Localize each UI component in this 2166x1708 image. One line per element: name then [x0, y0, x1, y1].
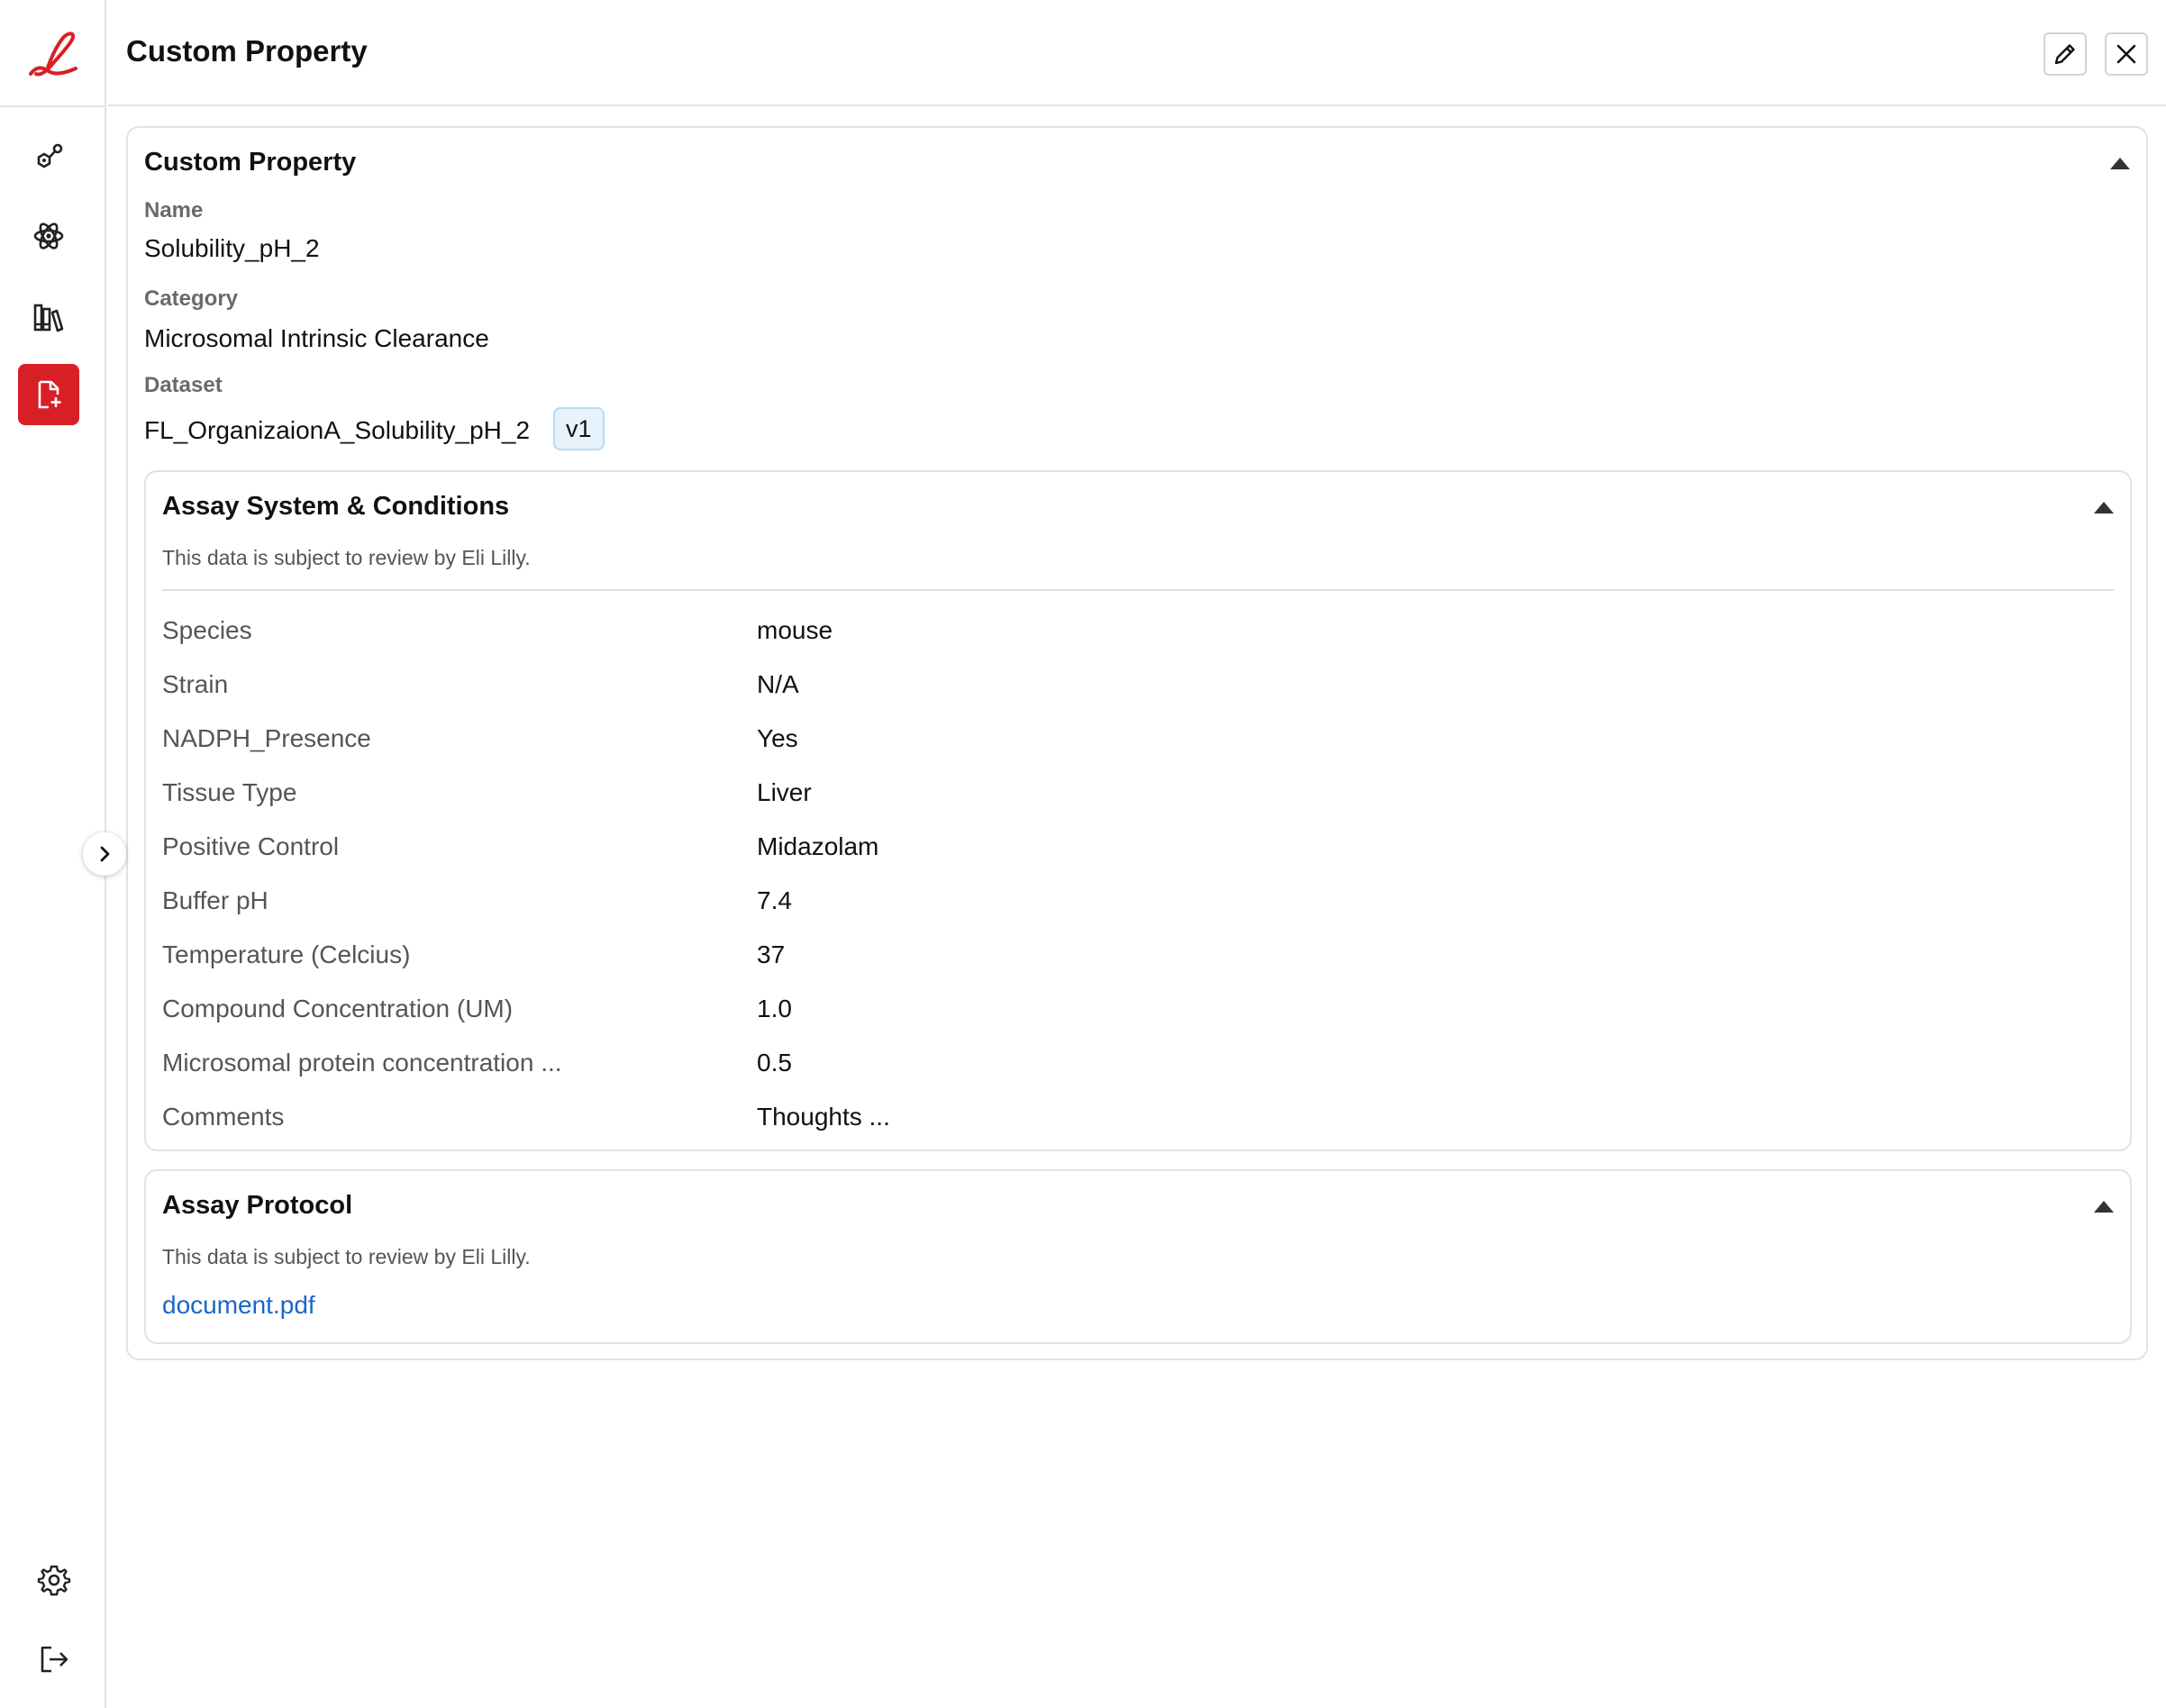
assay-protocol-title: Assay Protocol [162, 1191, 353, 1220]
condition-row: Compound Concentration (UM) 1.0 [162, 995, 2108, 1031]
condition-row: Species mouse [162, 616, 2108, 652]
condition-value: mouse [757, 616, 833, 644]
dataset-value: FL_OrganizaionA_Solubility_pH_2 [144, 416, 531, 444]
condition-value: 37 [757, 940, 786, 968]
gear-icon [37, 1565, 71, 1596]
condition-row: NADPH_Presence Yes [162, 724, 2108, 760]
condition-label: Microsomal protein concentration ... [162, 1049, 562, 1077]
molecule-icon [37, 143, 63, 168]
assay-conditions-divider [162, 589, 2114, 591]
condition-value: Thoughts ... [757, 1103, 890, 1131]
file-add-icon [38, 380, 61, 409]
condition-label: Temperature (Celcius) [162, 940, 411, 968]
library-icon [33, 304, 64, 332]
custom-property-card: Custom Property Name Solubility_pH_2 Cat… [126, 126, 2148, 1360]
sidebar-divider [0, 105, 106, 107]
name-value: Solubility_pH_2 [144, 234, 320, 262]
pencil-icon [2054, 44, 2075, 65]
page-header: Custom Property [108, 0, 2166, 106]
condition-value: 0.5 [757, 1049, 792, 1077]
condition-value: N/A [757, 670, 799, 698]
assay-conditions-card: Assay System & Conditions This data is s… [144, 470, 2132, 1151]
nav-settings[interactable] [23, 1549, 85, 1611]
category-label: Category [144, 286, 239, 311]
assay-protocol-caret-icon[interactable] [2094, 1201, 2114, 1213]
assay-conditions-subtitle: This data is subject to review by Eli Li… [162, 546, 531, 569]
sidebar-expand-button[interactable] [83, 832, 126, 876]
dataset-label: Dataset [144, 373, 223, 397]
condition-label: Tissue Type [162, 778, 297, 806]
collapse-caret-icon[interactable] [2110, 158, 2130, 169]
condition-row: Buffer pH 7.4 [162, 886, 2108, 922]
condition-label: Positive Control [162, 832, 340, 860]
nav-molecule[interactable] [18, 126, 79, 187]
condition-value: Midazolam [757, 832, 879, 860]
dataset-version-badge: v1 [553, 407, 605, 450]
chevron-right-icon [100, 846, 110, 862]
condition-row: Temperature (Celcius) 37 [162, 940, 2108, 977]
assay-protocol-subtitle: This data is subject to review by Eli Li… [162, 1245, 531, 1268]
category-value: Microsomal Intrinsic Clearance [144, 324, 489, 352]
condition-row: Tissue Type Liver [162, 778, 2108, 814]
assay-conditions-title: Assay System & Conditions [162, 492, 510, 521]
nav-library[interactable] [18, 286, 79, 348]
page-title: Custom Property [126, 34, 368, 68]
condition-label: Strain [162, 670, 229, 698]
condition-label: Species [162, 616, 252, 644]
edit-button[interactable] [2043, 32, 2087, 76]
name-label: Name [144, 198, 204, 223]
card-title: Custom Property [144, 148, 357, 177]
condition-label: Compound Concentration (UM) [162, 995, 514, 1022]
condition-row: Positive Control Midazolam [162, 832, 2108, 868]
condition-row: Microsomal protein concentration ... 0.5 [162, 1049, 2108, 1085]
condition-row: Strain N/A [162, 670, 2108, 706]
atom-icon [33, 223, 64, 250]
document-link[interactable]: document.pdf [162, 1291, 315, 1320]
condition-label: Comments [162, 1103, 285, 1131]
logout-icon [41, 1646, 68, 1673]
condition-label: NADPH_Presence [162, 724, 371, 752]
condition-row: Comments Thoughts ... [162, 1103, 2108, 1139]
condition-label: Buffer pH [162, 886, 268, 914]
close-icon [2116, 44, 2136, 64]
close-button[interactable] [2105, 32, 2148, 76]
nav-logout[interactable] [23, 1629, 85, 1690]
lilly-logo-icon [29, 32, 77, 77]
condition-value: 1.0 [757, 995, 792, 1022]
condition-value: Yes [757, 724, 798, 752]
lilly-logo[interactable] [23, 27, 83, 81]
condition-value: 7.4 [757, 886, 792, 914]
condition-value: Liver [757, 778, 812, 806]
assay-protocol-card: Assay Protocol This data is subject to r… [144, 1169, 2132, 1344]
nav-atom[interactable] [18, 205, 79, 267]
nav-add-file[interactable] [18, 364, 79, 425]
assay-conditions-caret-icon[interactable] [2094, 502, 2114, 513]
